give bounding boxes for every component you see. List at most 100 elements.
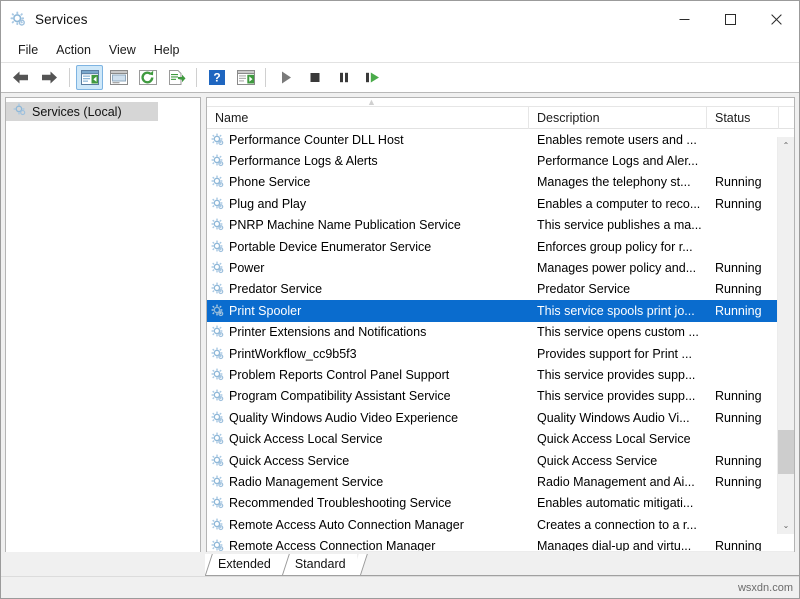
- menu-file[interactable]: File: [9, 40, 47, 61]
- stop-service-button[interactable]: [301, 65, 328, 90]
- menu-view[interactable]: View: [100, 40, 145, 61]
- help-button[interactable]: ?: [203, 65, 230, 90]
- service-gear-icon: [211, 454, 225, 468]
- cell-service-name: Portable Device Enumerator Service: [207, 240, 529, 254]
- start-service-button[interactable]: [272, 65, 299, 90]
- scroll-down-arrow-icon[interactable]: ⌄: [778, 517, 795, 534]
- table-row[interactable]: Program Compatibility Assistant ServiceT…: [207, 386, 794, 407]
- view-tab-extended[interactable]: Extended: [205, 554, 282, 575]
- table-row[interactable]: Remote Access Connection ManagerManages …: [207, 535, 794, 551]
- maximize-button[interactable]: [707, 1, 753, 38]
- cell-service-status: Running: [707, 282, 779, 296]
- column-header-status[interactable]: Status: [707, 107, 779, 129]
- forward-button[interactable]: [36, 65, 63, 90]
- cell-service-name: Program Compatibility Assistant Service: [207, 389, 529, 403]
- scroll-up-arrow-icon[interactable]: ⌃: [778, 137, 795, 154]
- service-name-label: PNRP Machine Name Publication Service: [229, 218, 461, 232]
- cell-service-description: Predator Service: [529, 282, 707, 296]
- properties-icon: [110, 69, 128, 86]
- table-row[interactable]: PowerManages power policy and...Running: [207, 257, 794, 278]
- table-row[interactable]: Printer Extensions and NotificationsThis…: [207, 322, 794, 343]
- service-name-label: Plug and Play: [229, 197, 306, 211]
- cell-service-status: Running: [707, 197, 779, 211]
- table-row[interactable]: Portable Device Enumerator Service Enforc…: [207, 236, 794, 257]
- table-row[interactable]: Quick Access Local ServiceQuick Access L…: [207, 428, 794, 449]
- table-row[interactable]: Print SpoolerThis service spools print j…: [207, 300, 794, 321]
- close-button[interactable]: [753, 1, 799, 38]
- vertical-scroll-thumb[interactable]: [778, 430, 795, 474]
- toolbar-separator-2: [196, 68, 197, 87]
- service-gear-icon: [211, 496, 225, 510]
- back-button[interactable]: [7, 65, 34, 90]
- column-header-description[interactable]: Description: [529, 107, 707, 129]
- minimize-icon: [679, 14, 690, 25]
- service-name-label: Problem Reports Control Panel Support: [229, 368, 449, 382]
- cell-service-status: Running: [707, 539, 779, 551]
- pause-service-button[interactable]: [330, 65, 357, 90]
- minimize-button[interactable]: [661, 1, 707, 38]
- cell-service-description: Performance Logs and Aler...: [529, 154, 707, 168]
- service-name-label: PrintWorkflow_cc9b5f3: [229, 347, 357, 361]
- cell-service-name: Quality Windows Audio Video Experience: [207, 411, 529, 425]
- services-gear-icon: [13, 103, 27, 120]
- properties-button[interactable]: [105, 65, 132, 90]
- table-row[interactable]: Performance Logs & AlertsPerformance Log…: [207, 150, 794, 171]
- show-hide-console-tree-button[interactable]: [76, 65, 103, 90]
- table-row[interactable]: Problem Reports Control Panel SupportThi…: [207, 364, 794, 385]
- cell-service-description: Enables a computer to reco...: [529, 197, 707, 211]
- service-name-label: Quick Access Service: [229, 454, 349, 468]
- table-row[interactable]: Phone ServiceManages the telephony st...…: [207, 172, 794, 193]
- window-controls: [661, 1, 799, 38]
- vertical-scroll-track[interactable]: [778, 154, 795, 517]
- cell-service-description: Quality Windows Audio Vi...: [529, 411, 707, 425]
- service-gear-icon: [211, 175, 225, 189]
- tree-node-services-local[interactable]: Services (Local): [6, 102, 158, 121]
- show-hide-action-pane-button[interactable]: [232, 65, 259, 90]
- toolbar-separator-1: [69, 68, 70, 87]
- column-header-name[interactable]: Name: [207, 107, 529, 129]
- table-row[interactable]: Performance Counter DLL HostEnables remo…: [207, 129, 794, 150]
- service-gear-icon: [211, 240, 225, 254]
- table-row[interactable]: Plug and Play Enables a computer to reco.…: [207, 193, 794, 214]
- service-name-label: Phone Service: [229, 175, 310, 189]
- menu-action[interactable]: Action: [47, 40, 100, 61]
- view-tab-standard[interactable]: Standard: [282, 554, 357, 575]
- table-row[interactable]: PNRP Machine Name Publication ServiceThi…: [207, 215, 794, 236]
- menu-help[interactable]: Help: [145, 40, 189, 61]
- menu-bar: File Action View Help: [1, 38, 799, 63]
- column-header-startup-type[interactable]: [779, 107, 794, 129]
- cell-service-name: Radio Management Service: [207, 475, 529, 489]
- cell-service-name: Quick Access Local Service: [207, 432, 529, 446]
- cell-service-description: Manages power policy and...: [529, 261, 707, 275]
- table-row[interactable]: PrintWorkflow_cc9b5f3Provides support fo…: [207, 343, 794, 364]
- service-gear-icon: [211, 432, 225, 446]
- table-row[interactable]: Recommended Troubleshooting ServiceEnabl…: [207, 493, 794, 514]
- table-row[interactable]: Quick Access ServiceQuick Access Service…: [207, 450, 794, 471]
- table-row[interactable]: Remote Access Auto Connection ManagerCre…: [207, 514, 794, 535]
- cell-service-description: Radio Management and Ai...: [529, 475, 707, 489]
- forward-icon: [40, 70, 59, 85]
- vertical-scrollbar[interactable]: ⌃ ⌄: [777, 137, 794, 534]
- export-list-button[interactable]: [163, 65, 190, 90]
- table-row[interactable]: Quality Windows Audio Video ExperienceQu…: [207, 407, 794, 428]
- refresh-button[interactable]: [134, 65, 161, 90]
- service-gear-icon: [211, 282, 225, 296]
- service-name-label: Portable Device Enumerator Service: [229, 240, 431, 254]
- tree-node-label: Services (Local): [32, 105, 122, 119]
- table-row[interactable]: Predator ServicePredator ServiceRunning: [207, 279, 794, 300]
- services-window: Services File Action Vi: [0, 0, 800, 599]
- restart-service-button[interactable]: [359, 65, 386, 90]
- service-name-label: Recommended Troubleshooting Service: [229, 496, 451, 510]
- service-gear-icon: [211, 368, 225, 382]
- cell-service-description: Enforces group policy for r...: [529, 240, 707, 254]
- view-tab-label: Extended: [218, 557, 271, 571]
- service-gear-icon: [211, 154, 225, 168]
- table-row[interactable]: Radio Management ServiceRadio Management…: [207, 471, 794, 492]
- back-icon: [11, 70, 30, 85]
- pause-service-icon: [336, 70, 352, 85]
- start-service-icon: [278, 70, 294, 85]
- cell-service-description: This service provides supp...: [529, 389, 707, 403]
- service-gear-icon: [211, 197, 225, 211]
- cell-service-status: Running: [707, 261, 779, 275]
- service-gear-icon: [211, 475, 225, 489]
